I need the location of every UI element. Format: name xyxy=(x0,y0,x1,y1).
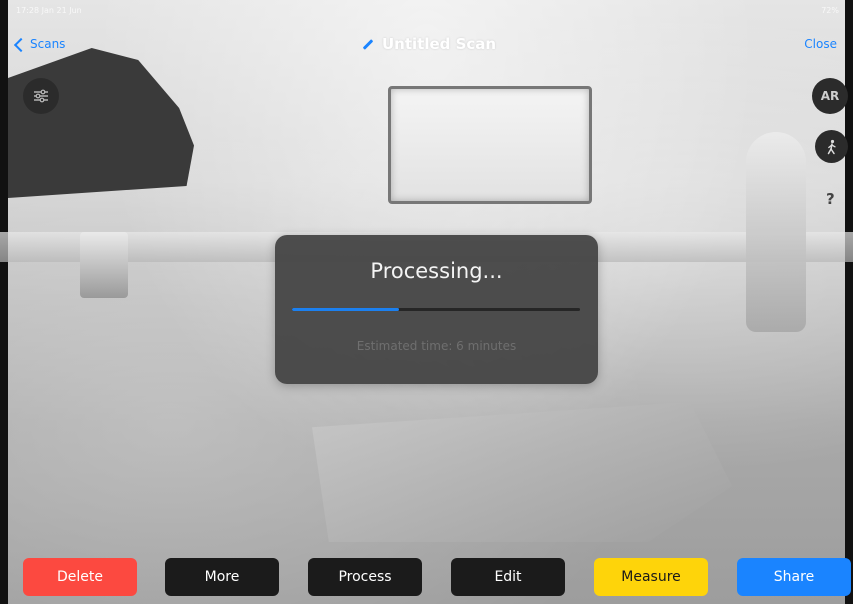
hanging-coat xyxy=(746,132,806,332)
process-button[interactable]: Process xyxy=(308,558,422,596)
share-button[interactable]: Share xyxy=(737,558,851,596)
close-button[interactable]: Close xyxy=(804,37,837,51)
sliders-icon xyxy=(34,89,48,103)
back-to-scans-button[interactable]: Scans xyxy=(13,37,66,52)
delete-button[interactable]: Delete xyxy=(23,558,137,596)
table-surface xyxy=(312,402,732,542)
progress-bar xyxy=(292,308,580,311)
status-bar: 17:28 Jan 21 Jun 72% xyxy=(14,6,839,18)
chevron-left-icon xyxy=(13,37,29,52)
pencil-icon xyxy=(362,38,374,50)
status-battery: 72% xyxy=(821,6,839,15)
scan-viewer-screen[interactable]: 17:28 Jan 21 Jun 72% Scans Untitled Scan… xyxy=(0,0,853,604)
ar-button[interactable]: AR xyxy=(812,78,848,114)
estimated-time-text: Estimated time: 6 minutes xyxy=(356,339,517,353)
left-edge xyxy=(0,0,8,604)
dialog-title: Processing... xyxy=(370,259,503,283)
status-date-text: Jan 21 Jun xyxy=(41,6,82,15)
edit-button[interactable]: Edit xyxy=(451,558,565,596)
processing-dialog: Processing... Estimated time: 6 minutes xyxy=(275,235,598,384)
bottom-toolbar: Delete More Process Edit Measure Share xyxy=(0,558,853,596)
progress-fill xyxy=(292,308,399,311)
scan-title-text: Untitled Scan xyxy=(382,35,497,53)
back-label: Scans xyxy=(30,37,66,51)
scan-hole xyxy=(8,48,194,198)
more-button[interactable]: More xyxy=(165,558,279,596)
scan-title[interactable]: Untitled Scan xyxy=(362,35,496,53)
status-time: 17:28 Jan 21 Jun xyxy=(16,6,82,15)
question-icon[interactable]: ? xyxy=(826,190,835,208)
scan-object xyxy=(80,232,128,298)
walk-mode-button[interactable] xyxy=(815,130,848,163)
wall-panel xyxy=(388,86,592,204)
walking-person-icon xyxy=(827,139,836,154)
status-time-text: 17:28 xyxy=(16,6,40,15)
view-settings-button[interactable] xyxy=(23,78,59,114)
measure-button[interactable]: Measure xyxy=(594,558,708,596)
